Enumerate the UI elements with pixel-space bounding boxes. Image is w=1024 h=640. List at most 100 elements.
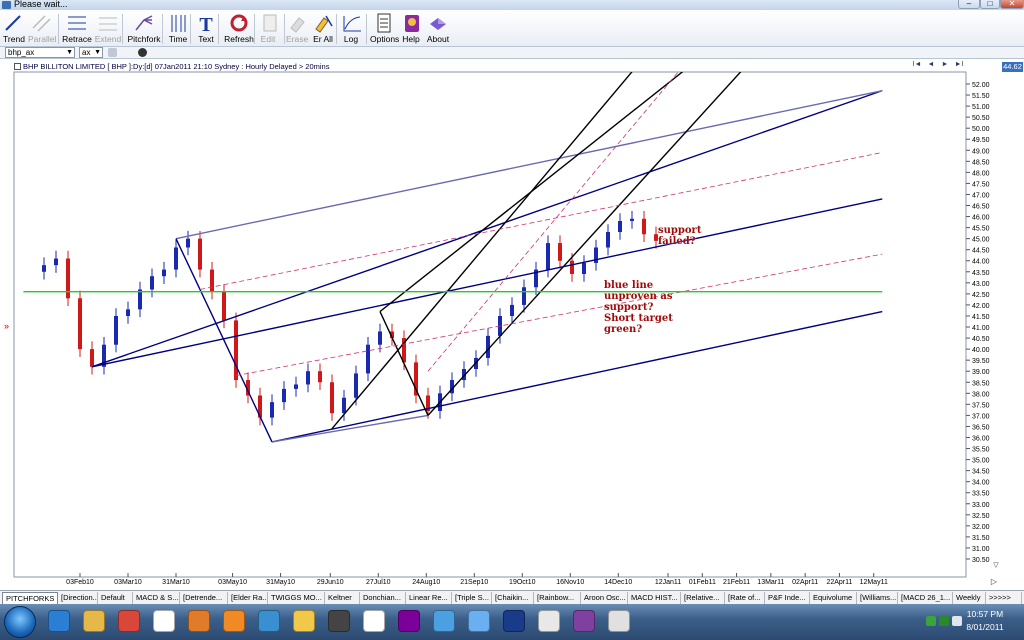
extend-button[interactable]: Extend (94, 12, 122, 46)
itunes-icon[interactable] (468, 610, 490, 632)
tab-4[interactable]: [Detrende... (180, 592, 228, 604)
x-tick-label: 14Dec10 (604, 579, 632, 586)
tab-18[interactable]: Equivolume (810, 592, 857, 604)
indicator-tab-strip: PITCHFORKS [Direction... Default MACD & S..… (0, 590, 1024, 604)
x-tick-label: 03Mar10 (114, 579, 142, 586)
time-button[interactable]: Time (166, 12, 190, 46)
chrome-icon[interactable] (118, 610, 140, 632)
erase-button[interactable]: Erase (286, 12, 308, 46)
y-tick-label: 35.50 (972, 447, 990, 454)
prev-page-button[interactable]: ◄ (924, 61, 938, 68)
tab-15[interactable]: [Relative... (681, 592, 725, 604)
chart-app-icon[interactable] (503, 610, 525, 632)
options-button[interactable]: Options (370, 12, 399, 46)
first-page-button[interactable]: I◄ (910, 61, 924, 68)
tab-12[interactable]: [Rainbow... (534, 592, 581, 604)
tab-7[interactable]: Keltner (325, 592, 360, 604)
y-tick-label: 50.00 (972, 126, 990, 133)
tab-11[interactable]: [Chaikin... (492, 592, 534, 604)
tab-3[interactable]: MACD & S... (133, 592, 180, 604)
last-page-button[interactable]: ►I (952, 61, 966, 68)
media-player-icon[interactable] (188, 610, 210, 632)
calculator-icon[interactable] (608, 610, 630, 632)
tab-20[interactable]: [MACD 26_1... (898, 592, 953, 604)
tray-security-icon[interactable] (939, 616, 949, 626)
folder-icon[interactable] (83, 610, 105, 632)
toolbar-separator (58, 14, 59, 44)
y-tick-label: 45.00 (972, 237, 990, 244)
tab-0[interactable]: PITCHFORKS (2, 592, 58, 604)
tab-6[interactable]: TWIGGS MO... (268, 592, 325, 604)
exchange-combo[interactable]: ax ▼ (79, 47, 103, 58)
tab-5[interactable]: [Elder Ra... (228, 592, 268, 604)
tray-network-icon[interactable] (926, 616, 936, 626)
parallel-button[interactable]: Parallel (28, 12, 56, 46)
scroll-down-icon[interactable]: ▽ (993, 562, 999, 569)
candle-body (186, 238, 190, 248)
rss-icon[interactable] (223, 610, 245, 632)
minimize-button[interactable]: – (958, 0, 980, 9)
ebay-icon[interactable] (363, 610, 385, 632)
pitchfork-button[interactable]: Pitchfork (126, 12, 162, 46)
x-tick-label: 03Feb10 (66, 579, 94, 586)
toolbar: Trend Parallel Retrace Extend Pitchfork Time T… (0, 10, 1024, 47)
binoculars-icon[interactable] (138, 48, 147, 57)
tab-16[interactable]: [Rate of... (725, 592, 765, 604)
tab-17[interactable]: P&F Inde... (765, 592, 810, 604)
y-tick-label: 40.00 (972, 347, 990, 354)
about-button[interactable]: About (426, 12, 450, 46)
tab-19[interactable]: [Williams... (857, 592, 898, 604)
checkbox-icon[interactable] (14, 63, 21, 70)
ie-icon[interactable] (48, 610, 70, 632)
tab-10[interactable]: [Triple S... (452, 592, 492, 604)
y-tick-label: 43.50 (972, 270, 990, 277)
svg-text:T: T (199, 14, 213, 34)
parallel-icon (28, 12, 56, 34)
candle-body (378, 331, 382, 345)
start-button[interactable] (4, 606, 36, 638)
y-tick-label: 36.50 (972, 424, 990, 431)
chart-header: BHP BILLITON LIMITED [ BHP ]:Dy:[d] 07Ja… (14, 62, 329, 71)
maximize-button[interactable]: □ (980, 0, 1000, 9)
fc-icon[interactable] (538, 610, 560, 632)
trend-button[interactable]: Trend (2, 12, 26, 46)
retrace-button[interactable]: Retrace (62, 12, 92, 46)
candle-body (42, 265, 46, 272)
log-button[interactable]: Log (340, 12, 362, 46)
help-button[interactable]: Help (400, 12, 422, 46)
symbol-combo[interactable]: bhp_ax ▼ (5, 47, 75, 58)
tab-1[interactable]: [Direction... (58, 592, 98, 604)
app-window: Please wait... – □ ✕ Trend Parallel Retrac… (0, 0, 1024, 640)
tab-22[interactable]: >>>>> (986, 592, 1022, 604)
calendar-icon[interactable] (258, 610, 280, 632)
edit-button[interactable]: Edit (258, 12, 278, 46)
scroll-right-icon[interactable]: ▷ (991, 577, 998, 586)
mail-icon[interactable] (433, 610, 455, 632)
close-button[interactable]: ✕ (1000, 0, 1024, 9)
zoom-icon[interactable] (108, 48, 117, 57)
refresh-button[interactable]: Refresh (224, 12, 254, 46)
h-icon[interactable] (293, 610, 315, 632)
tab-21[interactable]: Weekly (953, 592, 986, 604)
camera-icon[interactable] (328, 610, 350, 632)
tray-volume-icon[interactable] (952, 616, 962, 626)
candle-body (582, 262, 586, 274)
tab-14[interactable]: MACD HIST... (628, 592, 681, 604)
candle-body (282, 388, 286, 403)
tab-2[interactable]: Default (98, 592, 133, 604)
er-all-button[interactable]: Er All (312, 12, 334, 46)
yahoo-icon[interactable] (398, 610, 420, 632)
y-tick-label: 38.00 (972, 391, 990, 398)
price-chart[interactable]: 52.00 51.50 51.00 50.50 50.00 49.50 49.00 48.50… (0, 59, 1024, 590)
system-clock[interactable]: 10:57 PM 8/01/2011 (960, 608, 1010, 634)
clock-date: 8/01/2011 (966, 622, 1004, 632)
text-button[interactable]: T Text (194, 12, 218, 46)
next-page-button[interactable]: ► (938, 61, 952, 68)
tab-13[interactable]: Aroon Osc... (581, 592, 628, 604)
winzip-icon[interactable] (573, 610, 595, 632)
candle-body (78, 298, 82, 350)
gmail-icon[interactable] (153, 610, 175, 632)
chart-area[interactable]: 52.00 51.50 51.00 50.50 50.00 49.50 49.00 48.50… (0, 59, 1024, 590)
tab-9[interactable]: Linear Re... (406, 592, 452, 604)
tab-8[interactable]: Donchian... (360, 592, 406, 604)
